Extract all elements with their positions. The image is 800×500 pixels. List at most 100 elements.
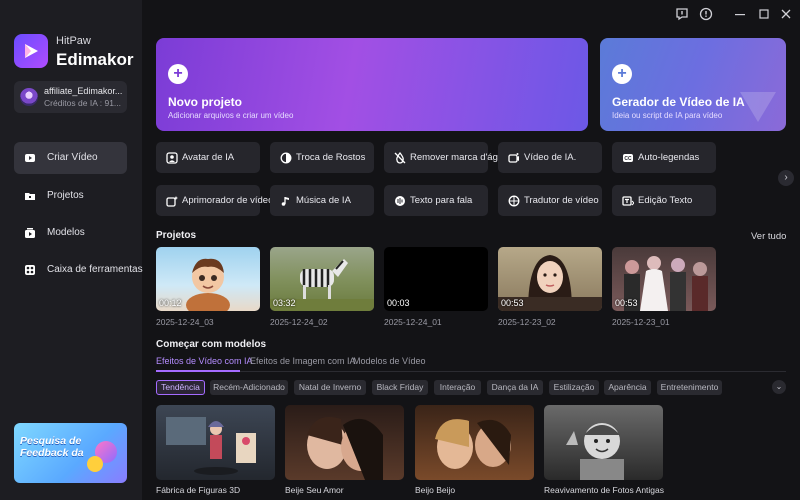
new-project-subtitle: Adicionar arquivos e criar um vídeo xyxy=(168,111,294,120)
svg-text:CC: CC xyxy=(624,156,632,162)
tool-label: Avatar de IA xyxy=(182,152,235,163)
tab-ai-image-effects[interactable]: Efeitos de Imagem com IA xyxy=(250,356,356,366)
chip-appearance[interactable]: Aparência xyxy=(604,380,651,395)
project-date: 2025-12-23_01 xyxy=(612,317,670,327)
template-label: Beijo Beijo xyxy=(415,485,456,495)
sidebar-item-projects[interactable]: Projetos xyxy=(14,180,127,212)
project-duration: 00:53 xyxy=(501,298,524,308)
generator-subtitle: Ideia ou script de IA para vídeo xyxy=(612,111,723,120)
tools-next-button[interactable]: › xyxy=(778,170,794,186)
minimize-icon[interactable] xyxy=(732,6,748,22)
maximize-icon[interactable] xyxy=(756,6,772,22)
tool-ai-avatar[interactable]: Avatar de IA xyxy=(156,142,260,173)
kiss-kiss-thumbnail xyxy=(435,419,511,469)
tab-video-templates[interactable]: Modelos de Vídeo xyxy=(353,356,426,366)
text-edit-icon xyxy=(622,196,634,206)
sidebar: HitPaw Edimakor affiliate_Edimakor... Cr… xyxy=(0,0,143,500)
project-thumbnail[interactable]: 03:32 xyxy=(270,247,374,311)
tool-ai-music[interactable]: Música de IA xyxy=(270,185,374,216)
ai-video-icon xyxy=(508,153,519,163)
sidebar-item-label: Projetos xyxy=(47,190,84,201)
template-card[interactable] xyxy=(156,405,275,480)
tool-label: Texto para fala xyxy=(410,195,473,206)
avatar-icon xyxy=(166,152,178,164)
tool-video-translator[interactable]: Tradutor de vídeo xyxy=(498,185,602,216)
account-card[interactable]: affiliate_Edimakor... Créditos de IA : 9… xyxy=(14,81,127,113)
tool-face-swap[interactable]: Troca de Rostos xyxy=(270,142,374,173)
kissing-couple-thumbnail xyxy=(307,417,383,480)
info-icon[interactable] xyxy=(698,6,714,22)
tool-ai-video[interactable]: Vídeo de IA. xyxy=(498,142,602,173)
templates-title: Começar com modelos xyxy=(156,339,267,350)
tool-label: Edição Texto xyxy=(638,195,693,206)
templates-icon xyxy=(25,228,35,238)
feedback-icon[interactable] xyxy=(674,6,690,22)
new-project-card[interactable]: + Novo projeto Adicionar arquivos e cria… xyxy=(156,38,588,131)
chevron-down-icon[interactable]: ⌄ xyxy=(772,380,786,394)
template-card[interactable] xyxy=(285,405,404,480)
ai-credits: Créditos de IA : 91... xyxy=(44,98,122,108)
project-thumbnail[interactable]: 00:53 xyxy=(498,247,602,311)
close-icon[interactable] xyxy=(778,6,794,22)
translate-icon xyxy=(508,195,520,207)
tool-label: Música de IA xyxy=(296,195,351,206)
chip-recently-added[interactable]: Recém-Adicionado xyxy=(210,380,288,395)
project-thumbnail[interactable]: 00:03 xyxy=(384,247,488,311)
sidebar-item-toolbox[interactable]: Caixa de ferramentas xyxy=(14,254,143,286)
project-date: 2025-12-24_03 xyxy=(156,317,214,327)
tabs-divider xyxy=(156,371,786,372)
video-icon xyxy=(25,154,35,162)
tool-label: Auto-legendas xyxy=(638,152,700,163)
sidebar-item-create-video[interactable]: Criar Vídeo xyxy=(14,142,127,174)
sidebar-item-label: Modelos xyxy=(47,227,85,238)
project-thumbnail[interactable]: 00:53 xyxy=(612,247,716,311)
tts-icon xyxy=(395,196,405,206)
face-swap-icon xyxy=(280,152,292,164)
watermark-icon xyxy=(394,152,406,164)
tool-video-enhancer[interactable]: Aprimorador de vídeo xyxy=(156,185,273,216)
template-label: Reavivamento de Fotos Antigas xyxy=(544,485,665,495)
tool-label: Aprimorador de vídeo xyxy=(182,195,274,206)
plus-icon: + xyxy=(612,64,632,84)
template-card[interactable] xyxy=(544,405,663,480)
chip-winter-christmas[interactable]: Natal de Inverno xyxy=(294,380,366,395)
project-date: 2025-12-24_02 xyxy=(270,317,328,327)
project-duration: 00:03 xyxy=(387,298,410,308)
feedback-banner[interactable]: Pesquisa de Feedback da xyxy=(14,423,127,483)
tool-text-edit[interactable]: Edição Texto xyxy=(612,185,716,216)
sidebar-item-templates[interactable]: Modelos xyxy=(14,217,127,249)
project-date: 2025-12-23_02 xyxy=(498,317,556,327)
ai-logo-decoration xyxy=(740,92,776,122)
plus-icon: + xyxy=(168,64,188,84)
projects-title: Projetos xyxy=(156,230,197,241)
ai-video-generator-card[interactable]: + Gerador de Vídeo de IA Ideia ou script… xyxy=(600,38,786,131)
sidebar-item-label: Caixa de ferramentas xyxy=(47,264,143,275)
project-duration: 00:53 xyxy=(615,298,638,308)
tool-label: Vídeo de IA. xyxy=(524,152,577,163)
project-duration: 03:32 xyxy=(273,298,296,308)
project-thumbnail[interactable]: 00:12 xyxy=(156,247,260,311)
tool-auto-subtitles[interactable]: CC Auto-legendas xyxy=(612,142,716,173)
see-all-link[interactable]: Ver tudo xyxy=(751,231,786,242)
chip-ai-dance[interactable]: Dança da IA xyxy=(487,380,543,395)
chip-black-friday[interactable]: Black Friday xyxy=(372,380,428,395)
old-photo-revival-thumbnail xyxy=(566,423,624,480)
tool-watermark-remover[interactable]: Remover marca d'água xyxy=(384,142,508,173)
3d-figure-thumbnail xyxy=(166,417,256,475)
template-card[interactable] xyxy=(415,405,534,480)
sidebar-item-label: Criar Vídeo xyxy=(47,152,98,163)
brand-name: Edimakor xyxy=(56,50,134,69)
template-label: Beije Seu Amor xyxy=(285,485,344,495)
account-name: affiliate_Edimakor... xyxy=(44,86,123,96)
tool-label: Tradutor de vídeo xyxy=(524,195,599,206)
tab-ai-video-effects[interactable]: Efeitos de Vídeo com IA xyxy=(156,356,253,366)
avatar xyxy=(20,88,38,106)
chip-trending[interactable]: Tendência xyxy=(156,380,205,395)
tool-text-to-speech[interactable]: Texto para fala xyxy=(384,185,488,216)
chip-interaction[interactable]: Interação xyxy=(434,380,481,395)
tool-label: Remover marca d'água xyxy=(410,152,509,163)
folder-icon xyxy=(25,193,35,200)
chip-stylization[interactable]: Estilização xyxy=(549,380,599,395)
chip-entertainment[interactable]: Entretenimento xyxy=(657,380,722,395)
brand-name-small: HitPaw xyxy=(56,35,91,47)
